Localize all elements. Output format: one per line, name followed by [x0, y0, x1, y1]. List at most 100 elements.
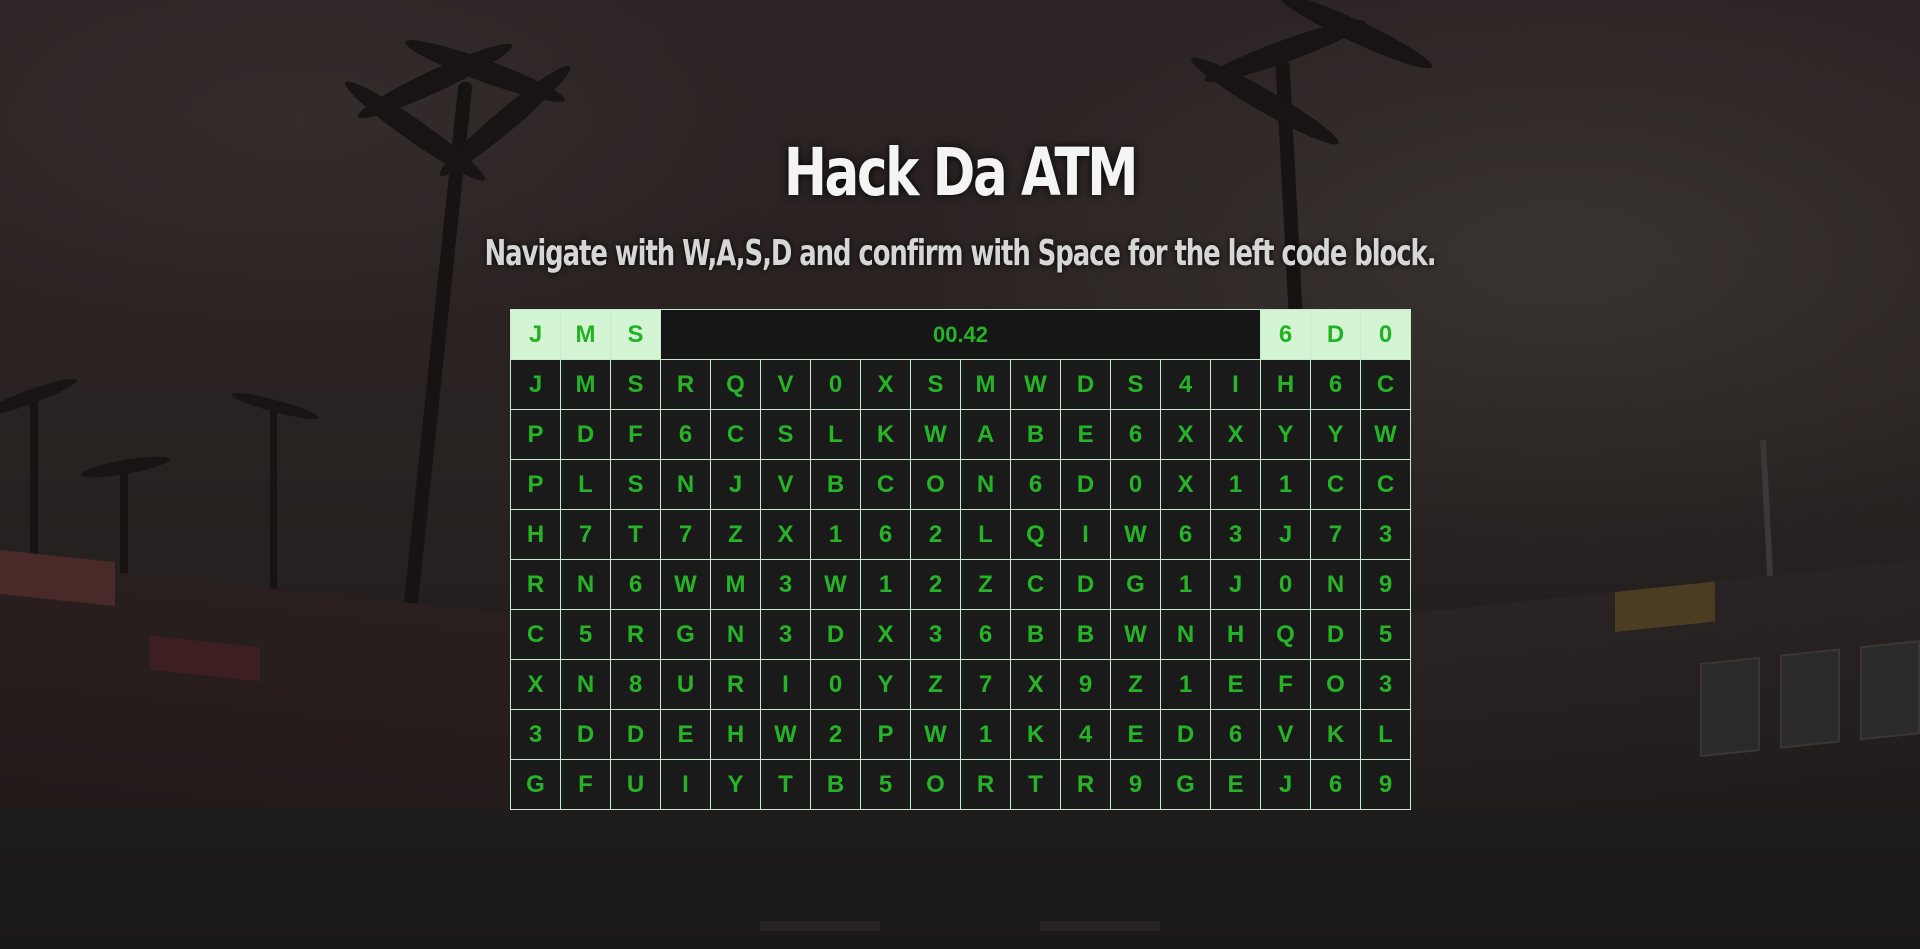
grid-cell[interactable]: S — [761, 410, 811, 460]
grid-cell[interactable]: N — [1161, 610, 1211, 660]
grid-cell[interactable]: S — [1111, 360, 1161, 410]
grid-cell[interactable]: V — [761, 460, 811, 510]
grid-cell[interactable]: C — [861, 460, 911, 510]
grid-cell[interactable]: 6 — [611, 560, 661, 610]
grid-cell[interactable]: H — [1211, 610, 1261, 660]
grid-cell[interactable]: V — [761, 360, 811, 410]
grid-cell[interactable]: M — [961, 360, 1011, 410]
grid-cell[interactable]: W — [1111, 610, 1161, 660]
grid-cell[interactable]: D — [611, 710, 661, 760]
grid-cell[interactable]: T — [761, 760, 811, 810]
grid-cell[interactable]: I — [1211, 360, 1261, 410]
grid-cell[interactable]: S — [611, 360, 661, 410]
grid-cell[interactable]: Q — [1011, 510, 1061, 560]
grid-cell[interactable]: P — [511, 460, 561, 510]
grid-cell[interactable]: U — [661, 660, 711, 710]
grid-cell[interactable]: 3 — [761, 610, 811, 660]
grid-cell[interactable]: 7 — [1311, 510, 1361, 560]
grid-cell[interactable]: 8 — [611, 660, 661, 710]
grid-cell[interactable]: X — [861, 360, 911, 410]
grid-cell[interactable]: N — [661, 460, 711, 510]
grid-cell[interactable]: 1 — [1261, 460, 1311, 510]
grid-cell[interactable]: X — [761, 510, 811, 560]
grid-cell[interactable]: C — [1361, 360, 1411, 410]
grid-cell[interactable]: 6 — [1311, 360, 1361, 410]
grid-cell[interactable]: 0 — [811, 660, 861, 710]
grid-cell[interactable]: W — [811, 560, 861, 610]
grid-cell[interactable]: 4 — [1161, 360, 1211, 410]
grid-cell[interactable]: W — [1011, 360, 1061, 410]
grid-cell[interactable]: T — [611, 510, 661, 560]
grid-cell[interactable]: L — [811, 410, 861, 460]
grid-cell[interactable]: G — [511, 760, 561, 810]
grid-cell[interactable]: P — [861, 710, 911, 760]
grid-cell[interactable]: X — [1161, 410, 1211, 460]
grid-cell[interactable]: Q — [711, 360, 761, 410]
grid-cell[interactable]: 9 — [1361, 560, 1411, 610]
grid-cell[interactable]: D — [561, 710, 611, 760]
grid-cell[interactable]: R — [961, 760, 1011, 810]
grid-cell[interactable]: 4 — [1061, 710, 1111, 760]
grid-cell[interactable]: W — [1361, 410, 1411, 460]
grid-cell[interactable]: X — [1011, 660, 1061, 710]
grid-cell[interactable]: J — [1261, 760, 1311, 810]
grid-cell[interactable]: A — [961, 410, 1011, 460]
grid-cell[interactable]: G — [1161, 760, 1211, 810]
grid-cell[interactable]: Z — [961, 560, 1011, 610]
grid-cell[interactable]: J — [1261, 510, 1311, 560]
grid-cell[interactable]: 6 — [1311, 760, 1361, 810]
grid-cell[interactable]: O — [911, 760, 961, 810]
grid-cell[interactable]: E — [661, 710, 711, 760]
grid-cell[interactable]: N — [711, 610, 761, 660]
grid-cell[interactable]: E — [1111, 710, 1161, 760]
grid-cell[interactable]: Y — [1311, 410, 1361, 460]
grid-cell[interactable]: 1 — [811, 510, 861, 560]
grid-cell[interactable]: D — [1061, 460, 1111, 510]
grid-cell[interactable]: 7 — [661, 510, 711, 560]
grid-cell[interactable]: 0 — [1111, 460, 1161, 510]
grid-cell[interactable]: 1 — [1161, 560, 1211, 610]
grid-cell[interactable]: I — [761, 660, 811, 710]
grid-cell[interactable]: 2 — [911, 560, 961, 610]
grid-cell[interactable]: 9 — [1061, 660, 1111, 710]
grid-cell[interactable]: H — [711, 710, 761, 760]
grid-cell[interactable]: 9 — [1361, 760, 1411, 810]
grid-cell[interactable]: K — [1011, 710, 1061, 760]
grid-cell[interactable]: L — [561, 460, 611, 510]
grid-cell[interactable]: N — [561, 560, 611, 610]
grid-cell[interactable]: 7 — [961, 660, 1011, 710]
grid-cell[interactable]: G — [661, 610, 711, 660]
grid-cell[interactable]: 9 — [1111, 760, 1161, 810]
grid-cell[interactable]: 2 — [811, 710, 861, 760]
grid-cell[interactable]: F — [1261, 660, 1311, 710]
grid-cell[interactable]: Z — [1111, 660, 1161, 710]
grid-cell[interactable]: Z — [711, 510, 761, 560]
grid-cell[interactable]: C — [511, 610, 561, 660]
grid-cell[interactable]: 5 — [1361, 610, 1411, 660]
grid-cell[interactable]: B — [1011, 610, 1061, 660]
grid-cell[interactable]: M — [711, 560, 761, 610]
grid-cell[interactable]: N — [1311, 560, 1361, 610]
grid-cell[interactable]: O — [1311, 660, 1361, 710]
grid-cell[interactable]: G — [1111, 560, 1161, 610]
grid-cell[interactable]: 3 — [511, 710, 561, 760]
grid-cell[interactable]: 3 — [911, 610, 961, 660]
grid-cell[interactable]: D — [1161, 710, 1211, 760]
grid-cell[interactable]: 3 — [1361, 510, 1411, 560]
grid-cell[interactable]: D — [1061, 360, 1111, 410]
grid-cell[interactable]: 1 — [1161, 660, 1211, 710]
grid-cell[interactable]: R — [511, 560, 561, 610]
grid-cell[interactable]: J — [511, 360, 561, 410]
grid-cell[interactable]: F — [561, 760, 611, 810]
grid-cell[interactable]: 2 — [911, 510, 961, 560]
grid-cell[interactable]: S — [911, 360, 961, 410]
grid-cell[interactable]: J — [1211, 560, 1261, 610]
grid-cell[interactable]: B — [1011, 410, 1061, 460]
grid-cell[interactable]: 1 — [1211, 460, 1261, 510]
grid-cell[interactable]: X — [1161, 460, 1211, 510]
grid-cell[interactable]: P — [511, 410, 561, 460]
grid-cell[interactable]: W — [1111, 510, 1161, 560]
grid-cell[interactable]: C — [1311, 460, 1361, 510]
grid-cell[interactable]: E — [1211, 660, 1261, 710]
grid-cell[interactable]: 3 — [1211, 510, 1261, 560]
